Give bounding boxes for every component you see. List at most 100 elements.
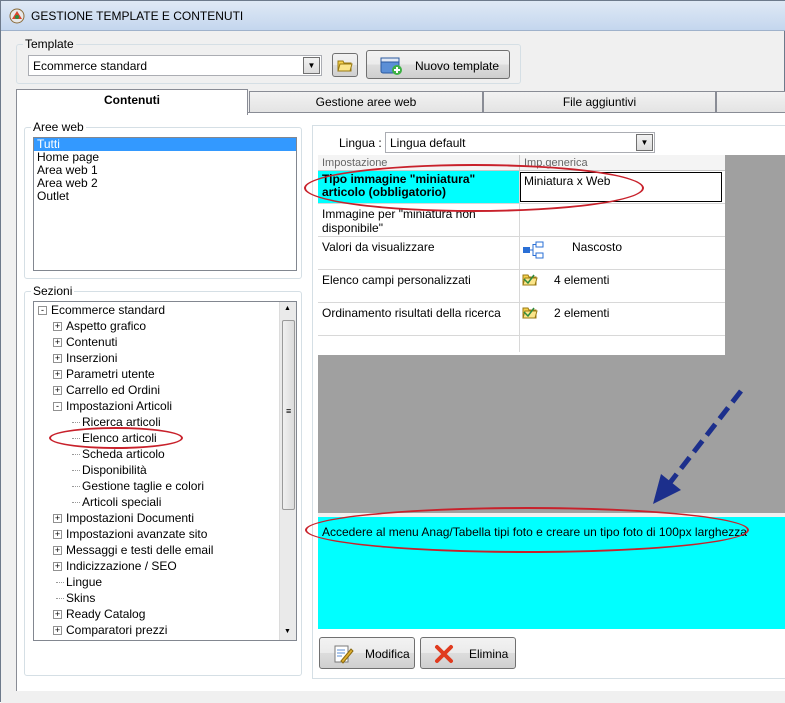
tree-node-contenuti[interactable]: Contenuti bbox=[66, 334, 117, 350]
tab-gestione-aree-web[interactable]: Gestione aree web bbox=[249, 91, 483, 113]
tree-node-aspetto-grafico[interactable]: Aspetto grafico bbox=[66, 318, 146, 334]
expand-icon[interactable]: + bbox=[53, 530, 62, 539]
tree-node-elenco-articoli[interactable]: Elenco articoli bbox=[82, 430, 157, 446]
grid-row-tipo-immagine-value[interactable]: Miniatura x Web bbox=[520, 171, 725, 204]
tree-connector bbox=[56, 598, 64, 599]
grid-row-miniatura-non-disp-name[interactable]: Immagine per "miniatura non disponibile" bbox=[318, 204, 519, 237]
tree-connector bbox=[72, 438, 80, 439]
grid-row-miniatura-non-disp-value[interactable] bbox=[520, 204, 725, 237]
elimina-label: Elimina bbox=[469, 647, 509, 661]
tree-node-ricerca-articoli[interactable]: Ricerca articoli bbox=[82, 414, 161, 430]
grid-row-ordinamento-value[interactable]: 2 elementi bbox=[520, 303, 725, 336]
new-template-icon bbox=[380, 57, 402, 75]
tree-node-comparatori-prezzi[interactable]: Comparatori prezzi bbox=[66, 622, 167, 638]
elimina-button[interactable]: Elimina bbox=[420, 637, 516, 669]
tree-node-indicizzazione-seo[interactable]: Indicizzazione / SEO bbox=[66, 558, 177, 574]
tree-connector bbox=[56, 582, 64, 583]
tree-connector bbox=[72, 454, 80, 455]
status-strip bbox=[1, 691, 785, 703]
modifica-label: Modifica bbox=[365, 647, 410, 661]
expand-icon[interactable]: + bbox=[53, 370, 62, 379]
expand-icon[interactable]: + bbox=[53, 338, 62, 347]
collapse-icon[interactable]: - bbox=[38, 306, 47, 315]
tree-node-inserzioni[interactable]: Inserzioni bbox=[66, 350, 117, 366]
modifica-button[interactable]: Modifica bbox=[319, 637, 415, 669]
window-title: GESTIONE TEMPLATE E CONTENUTI bbox=[31, 9, 244, 23]
scroll-up-icon[interactable]: ▲ bbox=[284, 305, 291, 312]
grid-row-ordinamento-name[interactable]: Ordinamento risultati della ricerca bbox=[318, 303, 519, 336]
expand-icon[interactable]: + bbox=[53, 354, 62, 363]
title-bar: GESTIONE TEMPLATE E CONTENUTI bbox=[1, 1, 785, 31]
expand-icon[interactable]: + bbox=[53, 322, 62, 331]
description-text: Accedere al menu Anag/Tabella tipi foto … bbox=[322, 525, 747, 539]
tab-contenuti[interactable]: Contenuti bbox=[16, 89, 248, 115]
settings-grid[interactable]: Impostazione Imp.generica Tipo immagine … bbox=[318, 155, 725, 355]
tree-node-impostazioni-articoli[interactable]: Impostazioni Articoli bbox=[66, 398, 172, 414]
tree-node-scheda-articolo[interactable]: Scheda articolo bbox=[82, 446, 165, 462]
list-item-area-web-2[interactable]: Area web 2 bbox=[34, 177, 296, 190]
tab-contenuti-label: Contenuti bbox=[104, 93, 160, 107]
template-legend: Template bbox=[23, 37, 76, 51]
tree-connector bbox=[72, 422, 80, 423]
grid-row-campi-name[interactable]: Elenco campi personalizzati bbox=[318, 270, 519, 303]
tree-node-impostazioni-avanzate-sito[interactable]: Impostazioni avanzate sito bbox=[66, 526, 207, 542]
lingua-select[interactable]: Lingua default ▼ bbox=[385, 132, 655, 153]
tree-node-impostazioni-documenti[interactable]: Impostazioni Documenti bbox=[66, 510, 194, 526]
folder-icon bbox=[337, 60, 353, 72]
tree-node-disponibilit[interactable]: Disponibilità bbox=[82, 462, 147, 478]
template-select-value: Ecommerce standard bbox=[33, 59, 148, 73]
grid-header-impostazione[interactable]: Impostazione bbox=[322, 157, 387, 169]
chevron-down-icon[interactable]: ▼ bbox=[636, 134, 653, 151]
tree-node-lingue[interactable]: Lingue bbox=[66, 574, 102, 590]
hierarchy-icon bbox=[523, 241, 544, 259]
chevron-down-icon[interactable]: ▼ bbox=[303, 57, 320, 74]
aree-web-legend: Aree web bbox=[31, 120, 86, 134]
tab-file-aggiuntivi-label: File aggiuntivi bbox=[562, 95, 637, 109]
delete-x-icon bbox=[435, 645, 453, 663]
expand-icon[interactable]: + bbox=[53, 610, 62, 619]
folder-icon bbox=[522, 307, 538, 319]
tree-node-root[interactable]: Ecommerce standard bbox=[51, 302, 165, 318]
collapse-icon[interactable]: - bbox=[53, 402, 62, 411]
tree-connector bbox=[72, 502, 80, 503]
expand-icon[interactable]: + bbox=[53, 386, 62, 395]
grid-row-valori-name[interactable]: Valori da visualizzare bbox=[318, 237, 519, 270]
expand-icon[interactable]: + bbox=[53, 626, 62, 635]
sezioni-legend: Sezioni bbox=[31, 284, 75, 298]
edit-icon bbox=[334, 645, 354, 664]
aree-web-list[interactable]: Tutti Home page Area web 1 Area web 2 Ou… bbox=[33, 137, 297, 271]
grid-header-impgenerica[interactable]: Imp.generica bbox=[524, 157, 588, 169]
folder-icon bbox=[522, 274, 538, 286]
tree-node-ready-catalog[interactable]: Ready Catalog bbox=[66, 606, 145, 622]
grid-row-tipo-immagine-name[interactable]: Tipo immagine "miniatura" articolo (obbl… bbox=[318, 171, 519, 204]
tree-node-carrello-ed-ordini[interactable]: Carrello ed Ordini bbox=[66, 382, 160, 398]
grid-row-valori-value[interactable]: Nascosto bbox=[520, 237, 725, 270]
tab-more[interactable] bbox=[716, 91, 785, 113]
template-select[interactable]: Ecommerce standard ▼ bbox=[28, 55, 322, 76]
expand-icon[interactable]: + bbox=[53, 562, 62, 571]
expand-icon[interactable]: + bbox=[53, 514, 62, 523]
open-folder-button[interactable] bbox=[332, 53, 358, 77]
expand-icon[interactable]: + bbox=[53, 546, 62, 555]
scroll-down-icon[interactable]: ▼ bbox=[284, 628, 291, 635]
tree-connector bbox=[72, 470, 80, 471]
tab-gestione-aree-web-label: Gestione aree web bbox=[315, 95, 417, 109]
tree-scrollbar[interactable]: ▲ ≡ ▼ bbox=[279, 302, 296, 640]
main-window: GESTIONE TEMPLATE E CONTENUTI Template E… bbox=[0, 0, 785, 703]
tab-file-aggiuntivi[interactable]: File aggiuntivi bbox=[483, 91, 716, 113]
new-template-label: Nuovo template bbox=[415, 59, 500, 73]
list-item-outlet[interactable]: Outlet bbox=[34, 190, 296, 203]
new-template-button[interactable]: Nuovo template bbox=[366, 50, 510, 79]
description-box[interactable]: Accedere al menu Anag/Tabella tipi foto … bbox=[318, 517, 785, 629]
grid-row-campi-value[interactable]: 4 elementi bbox=[520, 270, 725, 303]
annotation-arrow bbox=[653, 389, 743, 504]
tree-node-skins[interactable]: Skins bbox=[66, 590, 95, 606]
tree-node-gestione-taglie-e-colori[interactable]: Gestione taglie e colori bbox=[82, 478, 204, 494]
tree-node-messaggi-e-testi-delle-email[interactable]: Messaggi e testi delle email bbox=[66, 542, 213, 558]
tree-node-articoli-speciali[interactable]: Articoli speciali bbox=[82, 494, 161, 510]
sezioni-tree[interactable]: Ecommerce standard - Aspetto grafico + Conte… bbox=[33, 301, 297, 641]
app-icon bbox=[9, 8, 25, 24]
scroll-thumb[interactable]: ≡ bbox=[282, 320, 295, 510]
tree-node-parametri-utente[interactable]: Parametri utente bbox=[66, 366, 155, 382]
grid-empty-row bbox=[318, 336, 725, 352]
